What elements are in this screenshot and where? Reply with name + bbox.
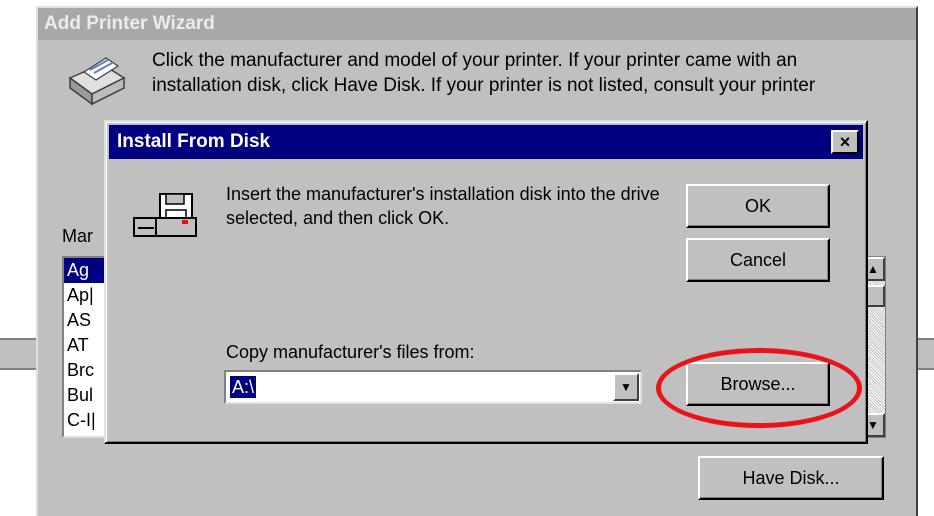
path-value[interactable]: A:\ (230, 376, 257, 398)
background-bar-left (0, 338, 38, 370)
wizard-instructions: Click the manufacturer and model of your… (152, 48, 912, 100)
cancel-button[interactable]: Cancel (686, 238, 830, 282)
ok-button[interactable]: OK (686, 184, 830, 228)
chevron-down-icon[interactable]: ▼ (613, 373, 639, 401)
close-icon: × (839, 132, 851, 152)
dialog-title-bar: Install From Disk × (109, 125, 863, 159)
dialog-message: Insert the manufacturer's installation d… (226, 184, 660, 228)
background-bar-right (918, 338, 934, 370)
wizard-instruction-line-1: Click the manufacturer and model of your… (152, 50, 798, 71)
dialog-title: Install From Disk (117, 131, 271, 152)
have-disk-button[interactable]: Have Disk... (698, 456, 884, 500)
close-button[interactable]: × (831, 130, 859, 154)
printer-icon (68, 57, 126, 106)
wizard-instruction-line-2: installation disk, click Have Disk. If y… (152, 75, 816, 96)
manufacturers-label: Mar (62, 226, 93, 246)
wizard-title-bar: Add Printer Wizard (38, 8, 916, 40)
copy-from-label: Copy manufacturer's files from: (226, 342, 475, 362)
disk-drive-icon (133, 193, 197, 237)
browse-button[interactable]: Browse... (686, 362, 830, 406)
install-from-disk-dialog: Install From Disk × Insert the manufactu… (104, 120, 868, 444)
copy-from-combo[interactable]: A:\ ▼ (224, 370, 642, 404)
